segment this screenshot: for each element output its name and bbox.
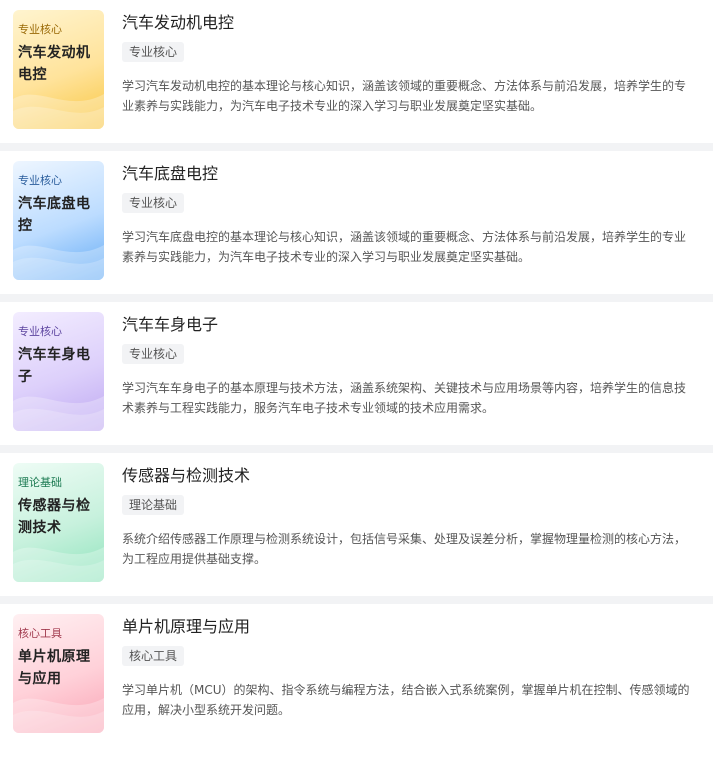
course-description: 学习汽车底盘电控的基本理论与核心知识，涵盖该领域的重要概念、方法体系与前沿发展，… xyxy=(122,230,687,264)
course-cover: 专业核心 汽车车身电子 xyxy=(13,312,104,431)
course-info: 汽车发动机电控 专业核心 学习汽车发动机电控的基本理论与核心知识，涵盖该领域的重… xyxy=(104,10,713,143)
course-info: 汽车底盘电控 专业核心 学习汽车底盘电控的基本理论与核心知识，涵盖该领域的重要概… xyxy=(104,161,713,294)
course-list: 专业核心 汽车发动机电控 汽车发动机电控 专业核心 学习汽车发动机电控的基本理论… xyxy=(0,0,713,755)
category-badge: 核心工具 xyxy=(122,646,185,666)
course-card[interactable]: 专业核心 汽车车身电子 汽车车身电子 专业核心 学习汽车车身电子的基本原理与技术… xyxy=(0,302,713,453)
cover-title: 汽车底盘电控 xyxy=(18,196,91,234)
course-info: 传感器与检测技术 理论基础 系统介绍传感器工作原理与检测系统设计，包括信号采集、… xyxy=(104,463,713,596)
course-info: 汽车车身电子 专业核心 学习汽车车身电子的基本原理与技术方法，涵盖系统架构、关键… xyxy=(104,312,713,445)
cover-title: 汽车车身电子 xyxy=(18,347,91,385)
category-badge: 专业核心 xyxy=(122,193,185,213)
course-title[interactable]: 传感器与检测技术 xyxy=(122,464,695,488)
cover-title: 单片机原理与应用 xyxy=(18,649,91,687)
category-badge: 理论基础 xyxy=(122,495,185,515)
course-card[interactable]: 专业核心 汽车底盘电控 汽车底盘电控 专业核心 学习汽车底盘电控的基本理论与核心… xyxy=(0,151,713,302)
cover-tag: 专业核心 xyxy=(18,174,62,187)
cover-tag: 理论基础 xyxy=(18,476,62,489)
course-description: 系统介绍传感器工作原理与检测系统设计，包括信号采集、处理及误差分析，掌握物理量检… xyxy=(122,532,687,566)
course-title[interactable]: 汽车车身电子 xyxy=(122,313,695,337)
course-cover: 理论基础 传感器与检测技术 xyxy=(13,463,104,582)
cover-title: 汽车发动机电控 xyxy=(18,45,91,83)
cover-title: 传感器与检测技术 xyxy=(18,498,91,536)
course-cover: 专业核心 汽车底盘电控 xyxy=(13,161,104,280)
course-title[interactable]: 汽车发动机电控 xyxy=(122,11,695,35)
course-description: 学习汽车发动机电控的基本理论与核心知识，涵盖该领域的重要概念、方法体系与前沿发展… xyxy=(122,79,687,113)
cover-tag: 专业核心 xyxy=(18,23,62,36)
course-title[interactable]: 单片机原理与应用 xyxy=(122,615,695,639)
course-info: 单片机原理与应用 核心工具 学习单片机（MCU）的架构、指令系统与编程方法，结合… xyxy=(104,614,713,755)
course-description: 学习单片机（MCU）的架构、指令系统与编程方法，结合嵌入式系统案例，掌握单片机在… xyxy=(122,683,690,717)
category-badge: 专业核心 xyxy=(122,42,185,62)
course-description: 学习汽车车身电子的基本原理与技术方法，涵盖系统架构、关键技术与应用场景等内容，培… xyxy=(122,381,687,415)
cover-tag: 核心工具 xyxy=(18,627,62,640)
category-badge: 专业核心 xyxy=(122,344,185,364)
course-cover: 专业核心 汽车发动机电控 xyxy=(13,10,104,129)
cover-tag: 专业核心 xyxy=(18,325,62,338)
course-card[interactable]: 核心工具 单片机原理与应用 单片机原理与应用 核心工具 学习单片机（MCU）的架… xyxy=(0,604,713,755)
course-cover: 核心工具 单片机原理与应用 xyxy=(13,614,104,733)
course-title[interactable]: 汽车底盘电控 xyxy=(122,162,695,186)
course-card[interactable]: 理论基础 传感器与检测技术 传感器与检测技术 理论基础 系统介绍传感器工作原理与… xyxy=(0,453,713,604)
course-card[interactable]: 专业核心 汽车发动机电控 汽车发动机电控 专业核心 学习汽车发动机电控的基本理论… xyxy=(0,0,713,151)
